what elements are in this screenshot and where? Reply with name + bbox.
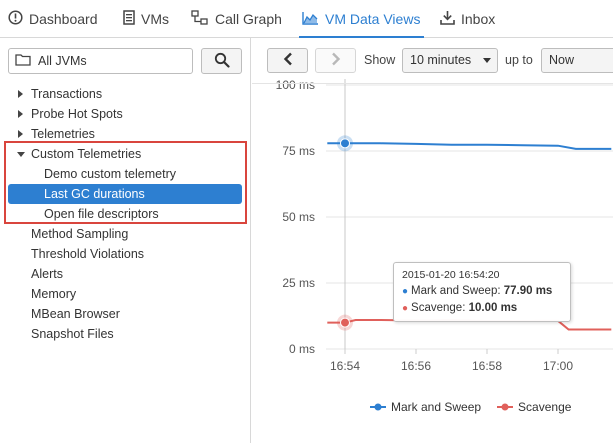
tooltip-value: 77.90 ms <box>503 285 553 297</box>
tree-item-label: Telemetries <box>31 127 95 141</box>
tree-item-snapshot-files[interactable]: Snapshot Files <box>0 324 251 344</box>
y-tick-label: 0 ms <box>289 342 315 356</box>
chart-legend: Mark and Sweep Scavenge <box>370 399 587 415</box>
y-tick-label: 25 ms <box>282 276 315 290</box>
legend-item-mark-and-sweep[interactable]: Mark and Sweep <box>370 400 481 414</box>
jvm-selector-value: All JVMs <box>38 54 87 68</box>
jvm-selector[interactable]: All JVMs <box>8 48 193 74</box>
tab-vms-label: VMs <box>141 11 169 27</box>
tree-item-label: MBean Browser <box>31 307 120 321</box>
y-tick-label: 50 ms <box>282 210 315 224</box>
collapse-arrow-icon[interactable] <box>17 152 25 157</box>
tree-item-label: Open file descriptors <box>44 207 159 221</box>
tree-item-threshold-violations[interactable]: Threshold Violations <box>0 244 251 264</box>
tree-item-custom-telemetries[interactable]: Custom Telemetries <box>0 144 251 164</box>
call-graph-icon <box>191 10 209 28</box>
folder-icon <box>15 53 31 69</box>
gc-durations-chart[interactable]: 100 ms75 ms50 ms25 ms0 ms16:54 16:56 16:58… <box>252 38 613 443</box>
data-view-panel: 100 ms 75 ms 50 ms 25 ms 0 ms 16:54 16:56 16:58… <box>252 38 613 443</box>
tree-item-transactions[interactable]: Transactions <box>0 84 251 104</box>
time-toolbar: Show 10 minutes up to Now <box>252 38 613 84</box>
tooltip-series-name: Mark and Sweep <box>411 285 498 297</box>
x-tick-label: 16:56 <box>401 359 431 373</box>
previous-button[interactable] <box>267 48 308 73</box>
next-button[interactable] <box>315 48 356 73</box>
tree-item-label: Demo custom telemetry <box>44 167 176 181</box>
series-dot-icon: ● <box>402 303 409 314</box>
tree-item-label: Snapshot Files <box>31 327 114 341</box>
tab-call-graph[interactable]: Call Graph <box>191 0 282 38</box>
legend-label: Scavenge <box>518 400 572 414</box>
tree-item-open-file-descriptors[interactable]: Open file descriptors <box>0 204 251 224</box>
tab-vm-data-views-label: VM Data Views <box>325 11 421 27</box>
vm-data-views-icon <box>302 11 319 28</box>
duration-select[interactable]: 10 minutes <box>402 48 498 73</box>
chart-area: 100 ms 75 ms 50 ms 25 ms 0 ms 16:54 16:56 16:58… <box>252 38 613 443</box>
chevron-right-icon <box>331 52 341 69</box>
expand-arrow-icon[interactable] <box>18 90 23 98</box>
tab-inbox-label: Inbox <box>461 11 496 27</box>
chevron-left-icon <box>283 52 293 69</box>
chart-tooltip: 2015-01-20 16:54:20 ● Mark and Sweep: 77.… <box>393 262 571 322</box>
x-tick-label: 16:54 <box>330 359 360 373</box>
tooltip-time: 2015-01-20 16:54:20 <box>402 269 500 281</box>
up-to-select[interactable]: Now <box>541 48 613 73</box>
dashboard-icon <box>8 10 23 28</box>
tab-inbox[interactable]: Inbox <box>440 0 495 38</box>
tree-item-label: Alerts <box>31 267 63 281</box>
search-button[interactable] <box>201 48 242 74</box>
tree-item-telemetries[interactable]: Telemetries <box>0 124 251 144</box>
up-to-select-value: Now <box>549 53 575 67</box>
tree-item-label: Probe Hot Spots <box>31 107 123 121</box>
vms-icon <box>123 10 135 28</box>
expand-arrow-icon[interactable] <box>18 130 23 138</box>
y-tick-label: 75 ms <box>282 144 315 158</box>
hover-point <box>340 138 350 149</box>
tree-item-label: Threshold Violations <box>31 247 145 261</box>
tree-item-label: Method Sampling <box>31 227 129 241</box>
up-to-label: up to <box>505 53 533 67</box>
inbox-icon <box>440 10 455 28</box>
top-navigation: Dashboard VMs Call Graph VM Data Views I… <box>0 0 613 39</box>
series-line-mark-and-sweep <box>327 142 612 150</box>
tree-item-alerts[interactable]: Alerts <box>0 264 251 284</box>
sidebar: All JVMs Transactions Probe Hot Spots Te… <box>0 38 251 443</box>
tree-item-label: Memory <box>31 287 77 301</box>
tree-item-label: Last GC durations <box>44 187 145 201</box>
legend-line-icon <box>497 403 514 411</box>
tree-item-method-sampling[interactable]: Method Sampling <box>0 224 251 244</box>
show-label: Show <box>364 53 396 67</box>
x-tick-label: 16:58 <box>472 359 502 373</box>
duration-select-value: 10 minutes <box>410 53 472 67</box>
expand-arrow-icon[interactable] <box>18 110 23 118</box>
legend-item-scavenge[interactable]: Scavenge <box>497 400 571 414</box>
legend-label: Mark and Sweep <box>391 400 482 414</box>
tree-item-label: Transactions <box>31 87 103 101</box>
x-tick-label: 17:00 <box>543 359 573 373</box>
tooltip-row-mark-and-sweep: ● Mark and Sweep: 77.90 ms <box>402 285 553 297</box>
tab-dashboard-label: Dashboard <box>29 11 98 27</box>
tooltip-series-name: Scavenge <box>411 302 463 314</box>
legend-line-icon <box>370 403 386 411</box>
tree-item-label: Custom Telemetries <box>31 147 142 161</box>
tree-item-demo-custom-telemetry[interactable]: Demo custom telemetry <box>0 164 251 184</box>
tab-vm-data-views[interactable]: VM Data Views <box>298 0 425 39</box>
tree-item-last-gc-durations[interactable]: Last GC durations <box>8 184 242 204</box>
tab-call-graph-label: Call Graph <box>215 11 282 27</box>
tab-vms[interactable]: VMs <box>123 0 169 38</box>
hover-point <box>340 317 350 328</box>
search-icon <box>214 52 230 71</box>
tree-item-memory[interactable]: Memory <box>0 284 251 304</box>
tooltip-row-scavenge: ● Scavenge: 10.00 ms <box>402 302 518 314</box>
tree-item-mbean-browser[interactable]: MBean Browser <box>0 304 251 324</box>
dropdown-arrow-icon <box>483 58 491 63</box>
tree-item-probe-hot-spots[interactable]: Probe Hot Spots <box>0 104 251 124</box>
tab-dashboard[interactable]: Dashboard <box>8 0 98 38</box>
series-dot-icon: ● <box>402 286 409 297</box>
tooltip-value: 10.00 ms <box>468 302 518 314</box>
